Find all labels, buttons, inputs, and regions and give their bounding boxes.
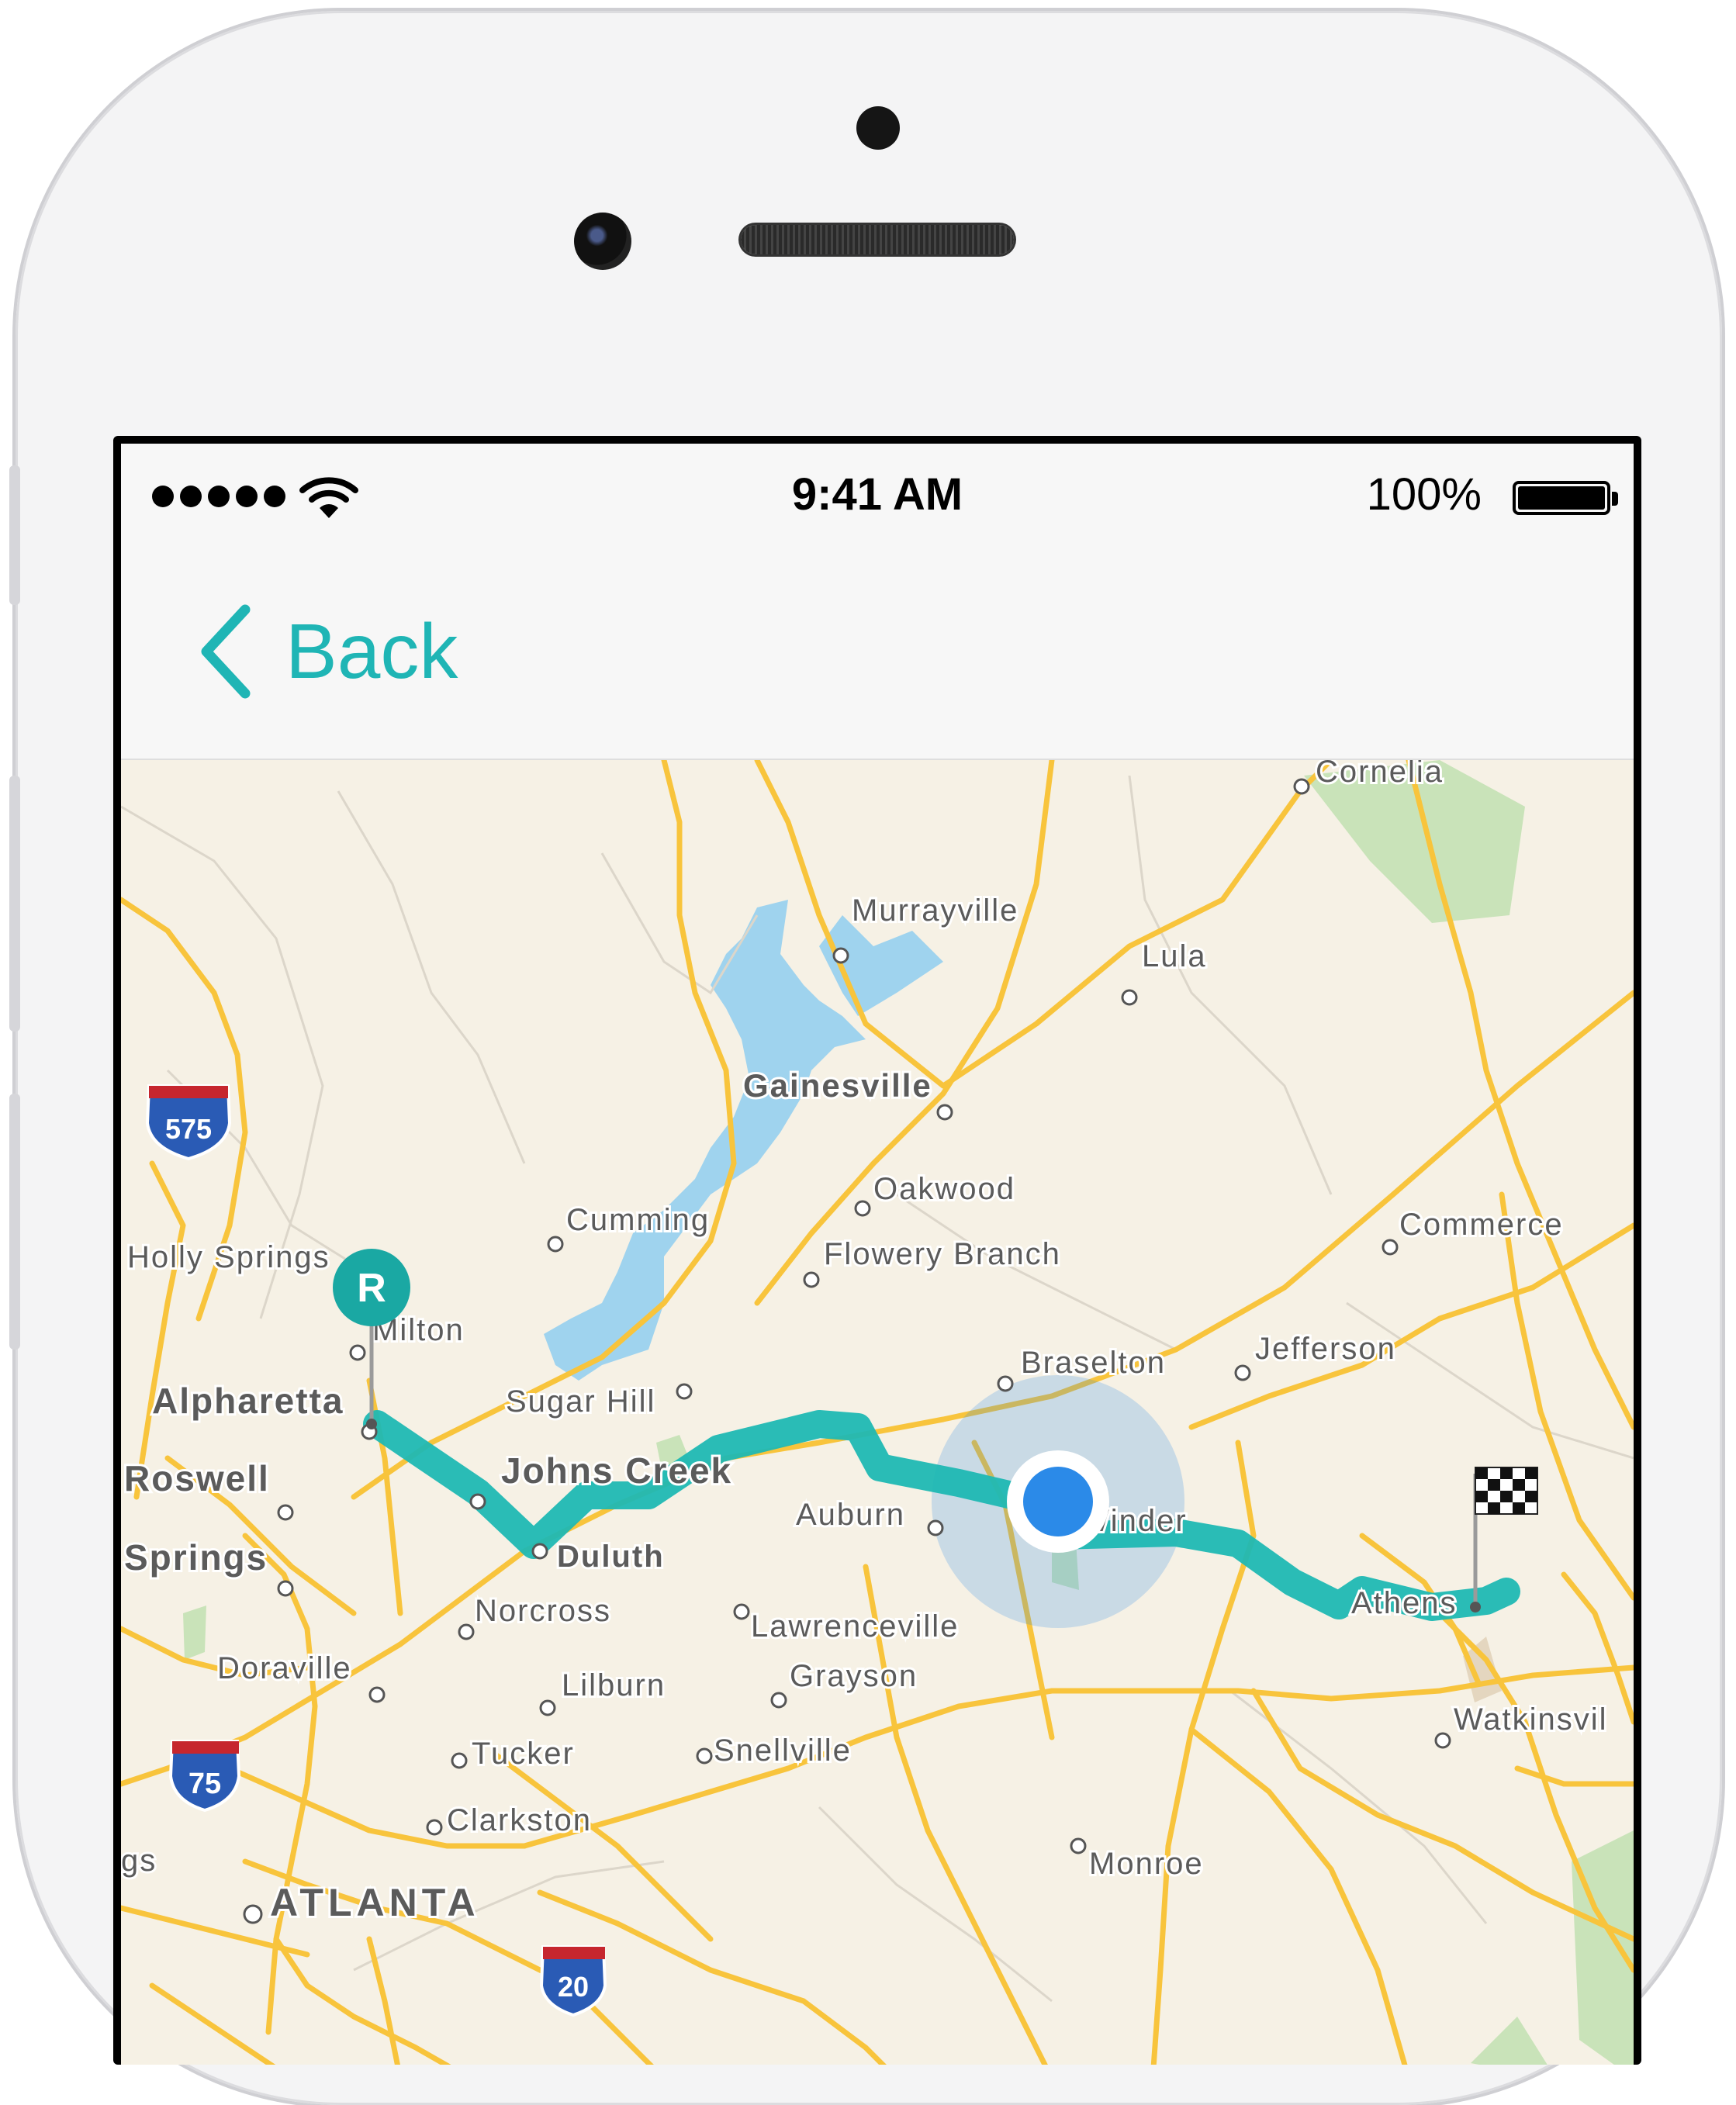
label-lula: Lula [1142,939,1207,973]
label-springs: Springs [124,1537,268,1578]
shield-20: 20 [539,1945,607,2017]
label-norcross: Norcross [475,1594,611,1628]
label-braselton: Braselton [1021,1346,1166,1380]
start-pin-letter: R [357,1266,386,1311]
label-grayson: Grayson [790,1659,918,1693]
label-athens: Athens [1351,1586,1458,1620]
navigation-bar: Back [121,529,1634,760]
label-monroe: Monroe [1089,1847,1204,1881]
label-flowery-branch: Flowery Branch [824,1237,1061,1271]
label-atlanta: ATLANTA [270,1881,480,1924]
route-map[interactable]: Cornelia Murrayville Lula Gainesville Oa… [121,760,1634,2065]
battery-percentage: 100% [1366,469,1482,520]
label-lilburn: Lilburn [562,1668,666,1702]
svg-text:20: 20 [558,1971,589,2003]
svg-text:75: 75 [188,1768,221,1800]
label-cornelia: Cornelia [1316,760,1444,789]
back-label: Back [285,607,458,695]
label-commerce: Commerce [1399,1208,1564,1242]
front-camera [574,213,631,270]
label-watkinsville: Watkinsvil [1454,1702,1608,1737]
status-bar: 9:41 AM 100% [121,444,1634,529]
label-lawrenceville: Lawrenceville [751,1609,959,1644]
mute-switch [9,465,20,605]
phone-screen: 9:41 AM 100% Back Cornelia Murrayville L… [113,436,1641,2065]
label-gs: gs [121,1844,157,1878]
current-location-marker[interactable] [1007,1450,1109,1553]
label-roswell: Roswell [124,1458,270,1498]
proximity-sensor [856,106,900,150]
label-clarkston: Clarkston [447,1803,592,1837]
battery-icon [1513,481,1618,515]
volume-up-button [9,776,20,1032]
back-button[interactable]: Back [195,603,458,700]
label-murrayville: Murrayville [852,894,1018,928]
label-jefferson: Jefferson [1255,1332,1396,1366]
label-gainesville: Gainesville [743,1067,932,1104]
chevron-left-icon [201,604,251,699]
label-snellville: Snellville [714,1733,852,1768]
svg-text:575: 575 [165,1113,212,1145]
label-holly-springs: Holly Springs [127,1240,330,1274]
earpiece-speaker [741,225,1014,254]
label-tucker: Tucker [472,1737,575,1771]
label-auburn: Auburn [796,1498,905,1532]
label-doraville: Doraville [217,1651,352,1685]
label-alpharetta: Alpharetta [152,1381,344,1421]
volume-down-button [9,1094,20,1350]
label-johns-creek: Johns Creek [501,1450,732,1491]
label-sugar-hill: Sugar Hill [506,1384,655,1419]
label-duluth: Duluth [557,1540,665,1574]
label-cumming: Cumming [566,1203,710,1237]
label-oakwood: Oakwood [873,1172,1015,1206]
